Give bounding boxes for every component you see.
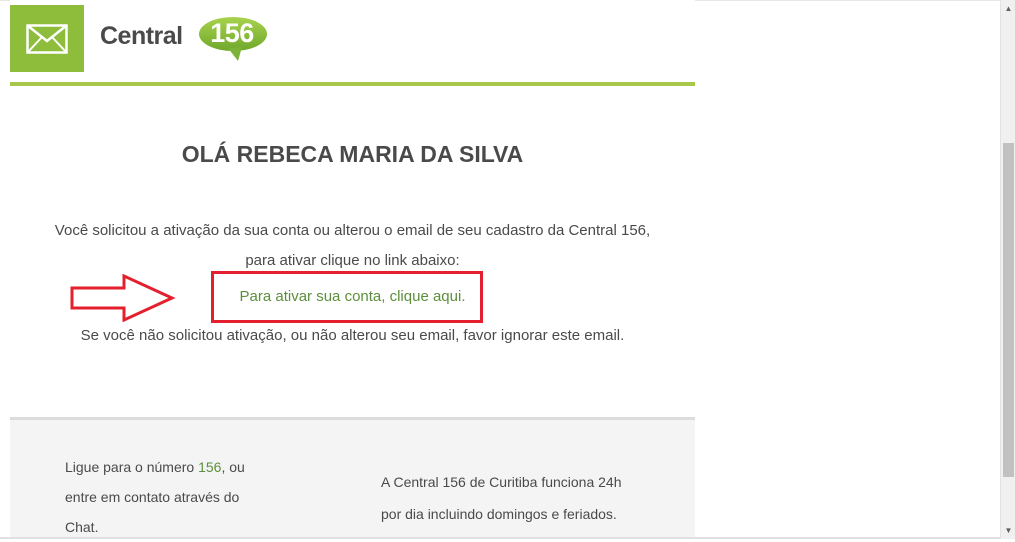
- activation-message: Você solicitou a ativação da sua conta o…: [54, 222, 651, 269]
- ignore-notice: Se você não solicitou ativação, ou não a…: [80, 327, 625, 344]
- email-footer: Ligue para o número 156, ou entre em con…: [10, 417, 695, 539]
- contact-prefix: Ligue para o número: [65, 459, 199, 475]
- scroll-thumb[interactable]: [1003, 143, 1014, 477]
- header-divider: [10, 82, 695, 86]
- vertical-scrollbar[interactable]: ▲ ▼: [1000, 0, 1015, 539]
- central-156-logo: Central 156: [98, 16, 273, 64]
- scroll-up-arrow-icon[interactable]: ▲: [1001, 0, 1015, 17]
- phone-number[interactable]: 156: [198, 459, 221, 475]
- email-body: Central 156 OLÁ REBECA MARIA DA SILVA Vo…: [10, 0, 695, 539]
- contact-info: Ligue para o número 156, ou entre em con…: [65, 452, 265, 542]
- envelope-icon: [26, 24, 68, 54]
- scroll-down-arrow-icon[interactable]: ▼: [1001, 522, 1015, 539]
- mail-icon-box: [10, 5, 84, 72]
- greeting-title: OLÁ REBECA MARIA DA SILVA: [181, 141, 524, 167]
- activation-link[interactable]: Para ativar sua conta, clique aqui.: [10, 288, 695, 305]
- logo-word: Central: [100, 22, 183, 50]
- email-header: Central 156: [10, 0, 695, 86]
- logo-number: 156: [210, 18, 254, 48]
- service-hours: A Central 156 de Curitiba funciona 24h p…: [381, 474, 622, 522]
